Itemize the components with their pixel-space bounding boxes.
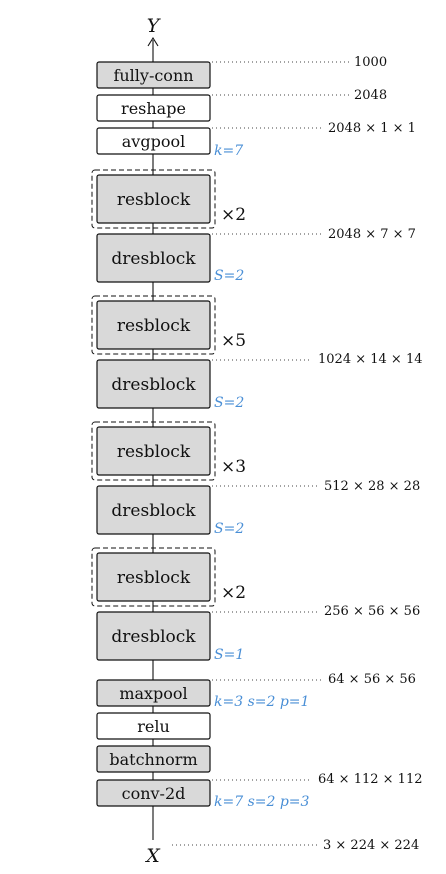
- repeat-count-resblock-3: ×5: [221, 331, 246, 351]
- dimension-label-dim-fc: 1000: [354, 55, 387, 70]
- repeat-count-resblock-4: ×2: [221, 205, 246, 225]
- layer-label-dresblock-4: dresblock: [111, 249, 196, 269]
- layer-label-resblock-3: resblock: [117, 316, 191, 336]
- layer-label-resblock-1: resblock: [117, 568, 191, 588]
- layer-label-fc: fully-conn: [113, 66, 193, 85]
- dimension-label-dim-res4: 2048 × 7 × 7: [328, 227, 416, 242]
- repeat-count-resblock-1: ×2: [221, 583, 246, 603]
- dimension-label-dim-input: 3 × 224 × 224: [323, 838, 419, 853]
- param-label-param-dres4: S=2: [214, 268, 244, 284]
- layer-label-dresblock-3: dresblock: [111, 375, 196, 395]
- param-label-param-avgpool: k=7: [214, 143, 243, 159]
- layer-label-dresblock-1: dresblock: [111, 627, 196, 647]
- dimension-label-dim-maxpool: 64 × 56 × 56: [328, 672, 416, 687]
- dimension-label-dim-avgpool: 2048 × 1 × 1: [328, 121, 416, 136]
- param-label-param-dres1: S=1: [214, 647, 244, 663]
- layer-label-maxpool: maxpool: [119, 684, 187, 703]
- layer-label-dresblock-2: dresblock: [111, 501, 196, 521]
- layer-label-batchnorm: batchnorm: [109, 750, 197, 769]
- layer-label-resblock-4: resblock: [117, 190, 191, 210]
- layer-label-avgpool: avgpool: [122, 132, 185, 151]
- dimension-label-dim-res2: 512 × 28 × 28: [324, 479, 420, 494]
- param-label-param-dres2: S=2: [214, 521, 244, 537]
- dimension-label-dim-res1: 256 × 56 × 56: [324, 604, 420, 619]
- layer-label-conv2d: conv-2d: [122, 784, 186, 803]
- layer-label-reshape: reshape: [121, 99, 186, 118]
- network-diagram: Y Xfully-conn reshape avgpool resblock ×2 dres…: [91, 15, 422, 867]
- param-label-param-conv: k=7 s=2 p=3: [214, 794, 310, 810]
- dimension-label-dim-conv: 64 × 112 × 112: [318, 772, 422, 787]
- param-label-param-maxpool: k=3 s=2 p=1: [214, 694, 309, 710]
- repeat-count-resblock-2: ×3: [221, 457, 246, 477]
- output-label: Y: [147, 15, 162, 37]
- dimension-label-dim-res3: 1024 × 14 × 14: [318, 352, 422, 367]
- dimension-label-dim-reshape: 2048: [354, 88, 387, 103]
- layer-label-relu: relu: [137, 717, 170, 736]
- input-label: X: [144, 845, 161, 867]
- param-label-param-dres3: S=2: [214, 395, 244, 411]
- layer-label-resblock-2: resblock: [117, 442, 191, 462]
